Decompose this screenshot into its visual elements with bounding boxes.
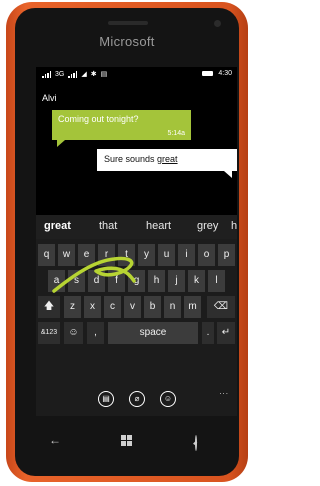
key-p[interactable]: p xyxy=(218,244,235,266)
app-bar: ▤ ⌀ ☺ ... xyxy=(36,385,237,416)
contact-name: Alvi xyxy=(42,93,57,103)
key-r[interactable]: r xyxy=(98,244,115,266)
attach-icon[interactable]: ⌀ xyxy=(129,391,145,407)
compose-bubble-tail xyxy=(224,171,232,178)
network-label: 3G xyxy=(55,70,65,78)
earpiece xyxy=(108,21,148,25)
phone-bezel: Microsoft 3G ◢ ✱ ▤ 4:30 Alvi Coming out … xyxy=(15,8,239,476)
incoming-message-time: 5:14a xyxy=(167,130,185,137)
compose-text: Sure sounds xyxy=(104,154,158,164)
enter-icon: ↵ xyxy=(221,327,231,338)
keyboard: q w e r t y u i o p a s d f g h j k l 🡅 … xyxy=(36,239,237,416)
suggestion-that[interactable]: that xyxy=(99,220,117,232)
key-z[interactable]: z xyxy=(64,296,81,318)
wifi-icon: ◢ xyxy=(81,71,87,78)
signal-icon xyxy=(42,70,51,78)
search-icon[interactable] xyxy=(195,435,197,451)
key-n[interactable]: n xyxy=(164,296,181,318)
backspace-key[interactable]: ⌫ xyxy=(207,296,235,318)
key-e[interactable]: e xyxy=(78,244,95,266)
enter-key[interactable]: ↵ xyxy=(217,322,235,344)
incoming-bubble-tail xyxy=(57,140,65,147)
key-t[interactable]: t xyxy=(118,244,135,266)
key-a[interactable]: a xyxy=(48,270,65,292)
word-suggestions: great that heart grey h xyxy=(36,215,237,239)
suggestion-great[interactable]: great xyxy=(44,220,71,232)
key-q[interactable]: q xyxy=(38,244,55,266)
voice-note-icon[interactable]: ▤ xyxy=(98,391,114,407)
key-s[interactable]: s xyxy=(68,270,85,292)
key-j[interactable]: j xyxy=(168,270,185,292)
key-v[interactable]: v xyxy=(124,296,141,318)
compose-current-word: great xyxy=(157,154,178,164)
key-k[interactable]: k xyxy=(188,270,205,292)
screen: 3G ◢ ✱ ▤ 4:30 Alvi Coming out tonight? 5… xyxy=(36,67,237,416)
incoming-message: Coming out tonight? 5:14a xyxy=(52,110,191,140)
incoming-message-text: Coming out tonight? xyxy=(58,114,139,124)
clock: 4:30 xyxy=(218,70,232,77)
period-key[interactable]: . xyxy=(202,322,214,344)
suggestion-h[interactable]: h xyxy=(231,220,237,232)
suggestion-heart[interactable]: heart xyxy=(146,220,171,232)
brand-logo: Microsoft xyxy=(99,34,155,49)
numbers-key[interactable]: &123 xyxy=(38,322,60,344)
key-g[interactable]: g xyxy=(128,270,145,292)
bluetooth-icon: ✱ xyxy=(90,71,97,78)
key-h[interactable]: h xyxy=(148,270,165,292)
signal-2-icon xyxy=(68,70,78,78)
message-icon: ▤ xyxy=(100,71,108,78)
key-f[interactable]: f xyxy=(108,270,125,292)
suggestion-grey[interactable]: grey xyxy=(197,220,218,232)
shift-icon: 🡅 xyxy=(43,301,55,312)
front-camera xyxy=(214,20,221,27)
key-x[interactable]: x xyxy=(84,296,101,318)
key-o[interactable]: o xyxy=(198,244,215,266)
phone-body: Microsoft 3G ◢ ✱ ▤ 4:30 Alvi Coming out … xyxy=(6,2,248,482)
key-w[interactable]: w xyxy=(58,244,75,266)
key-u[interactable]: u xyxy=(158,244,175,266)
battery-icon xyxy=(202,71,214,76)
key-i[interactable]: i xyxy=(178,244,195,266)
compose-message[interactable]: Sure sounds great xyxy=(97,149,237,171)
nav-bar: ← xyxy=(15,433,239,453)
emoji-key[interactable]: ☺ xyxy=(64,322,83,344)
back-icon[interactable]: ← xyxy=(49,433,61,447)
emoji-picker-icon[interactable]: ☺ xyxy=(160,391,176,407)
windows-start-icon[interactable] xyxy=(121,435,132,446)
more-icon[interactable]: ... xyxy=(219,387,229,396)
key-l[interactable]: l xyxy=(208,270,225,292)
key-m[interactable]: m xyxy=(184,296,201,318)
key-d[interactable]: d xyxy=(88,270,105,292)
backspace-icon: ⌫ xyxy=(213,301,229,312)
key-c[interactable]: c xyxy=(104,296,121,318)
key-y[interactable]: y xyxy=(138,244,155,266)
status-bar: 3G ◢ ✱ ▤ 4:30 xyxy=(36,67,237,81)
shift-key[interactable]: 🡅 xyxy=(38,296,60,318)
key-b[interactable]: b xyxy=(144,296,161,318)
comma-key[interactable]: , xyxy=(87,322,104,344)
space-key[interactable]: space xyxy=(108,322,198,344)
